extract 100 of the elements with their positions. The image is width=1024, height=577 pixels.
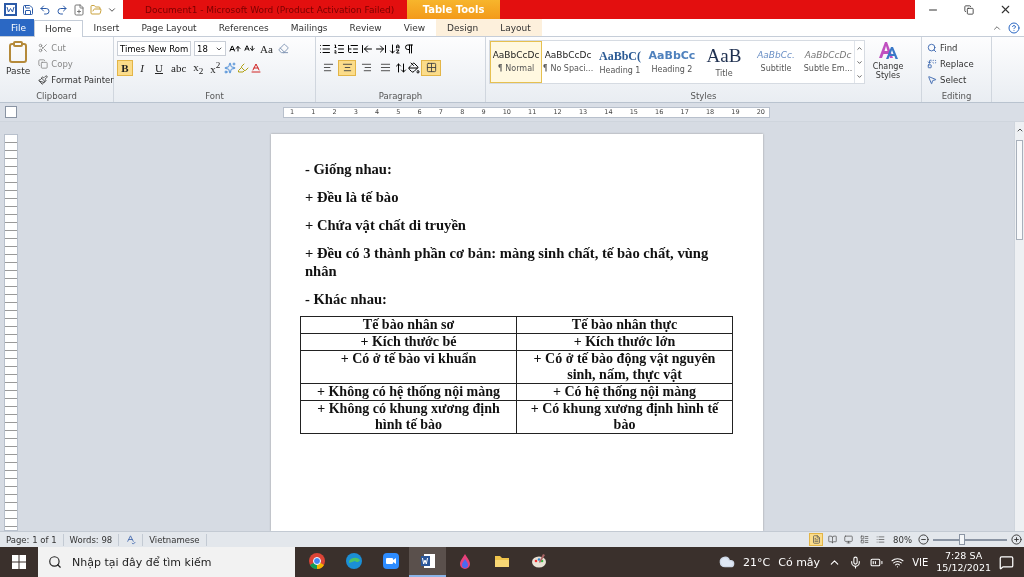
redo-icon[interactable] (56, 3, 68, 16)
clipboard-button[interactable]: Cut (36, 40, 116, 55)
input-language[interactable]: VIE (912, 556, 929, 568)
editing-button[interactable]: Find (925, 40, 976, 55)
ribbon-tab[interactable]: Insert (82, 19, 131, 36)
group-label: Clipboard (35, 90, 78, 102)
table-header-cell: Tế bào nhân thực (516, 316, 733, 334)
cloud-icon (719, 554, 736, 570)
shading-icon[interactable] (408, 61, 420, 74)
paragraph: + Đều là tế bào (305, 188, 400, 206)
notifications-icon[interactable] (999, 554, 1014, 570)
align-right-icon (360, 62, 372, 73)
ribbon-tab[interactable]: Layout (489, 19, 542, 36)
ribbon-tab[interactable]: Page Layout (130, 19, 208, 36)
palette-icon (530, 553, 547, 569)
format-button[interactable]: x$_{2}$ (190, 59, 207, 76)
change-styles-button[interactable]: Change Styles (868, 40, 908, 90)
view-button[interactable] (825, 533, 840, 546)
app-logo-icon (4, 3, 17, 16)
ribbon-tab[interactable]: View (392, 19, 437, 36)
font-size-field[interactable]: 18 (194, 41, 226, 56)
wifi-icon[interactable] (891, 555, 905, 569)
show-marks-icon[interactable] (403, 42, 415, 55)
zoom-thumb[interactable] (958, 533, 965, 545)
table-cell: + Kích thước bé (300, 333, 517, 351)
scrollbar-thumb[interactable] (1016, 140, 1023, 240)
save-icon[interactable] (22, 3, 34, 16)
table-cell: + Không có khung xương định hình tế bào (300, 400, 517, 434)
font-color-icon[interactable] (250, 61, 263, 74)
align-center-icon (341, 62, 353, 73)
zoom-in-icon[interactable] (1011, 534, 1022, 545)
sort-icon[interactable] (389, 42, 401, 55)
scroll-down-icon[interactable] (856, 58, 863, 66)
windows-logo-icon (12, 555, 26, 569)
ribbon-tab[interactable]: Review (338, 19, 393, 36)
editing-button[interactable]: Replace (925, 56, 976, 71)
view-button[interactable] (841, 533, 856, 546)
taskbar-search-field[interactable]: Nhập tại đây để tìm kiếm (38, 547, 295, 577)
ribbon-tab[interactable]: Design (436, 19, 490, 36)
web-view-icon (843, 535, 853, 544)
numbering-icon[interactable] (333, 42, 345, 55)
page-count: Page: 1 of 1 (0, 533, 64, 546)
clipboard-button[interactable]: Format Painter (36, 72, 116, 87)
borders-button[interactable] (421, 59, 441, 76)
browser-icon (308, 553, 325, 569)
multilevel-list-icon[interactable] (347, 42, 359, 55)
ribbon-tab[interactable]: References (207, 19, 280, 36)
shrink-font-icon[interactable] (244, 43, 255, 54)
clock[interactable]: 7:28 SA 15/12/2021 (936, 550, 991, 574)
paste-button[interactable]: Paste (3, 40, 34, 90)
paragraph: - Khác nhau: (305, 290, 388, 308)
line-spacing-icon[interactable] (395, 61, 407, 74)
zoom-out-icon[interactable] (918, 534, 929, 545)
bullets-icon[interactable] (319, 42, 331, 55)
copy-icon (38, 58, 49, 69)
replace-icon (927, 58, 937, 69)
table-cell: + Có ở tế bào động vật nguyên sinh, nấm, thực vật (516, 350, 733, 384)
text-effects-icon[interactable] (224, 61, 237, 74)
grow-font-icon[interactable] (229, 42, 241, 55)
format-button[interactable]: I (134, 59, 150, 76)
paragraph: - Giống nhau: (305, 160, 393, 178)
table-cell: + Có khung xương định hình tế bào (516, 400, 733, 434)
scroll-up-icon[interactable] (1015, 126, 1024, 134)
align-button[interactable] (338, 59, 356, 76)
style-item[interactable]: AaBbCcDc ¶ Normal (490, 41, 542, 83)
read-view-icon (827, 535, 837, 544)
change-case-button[interactable]: Aa (258, 41, 275, 56)
document-app-icon (419, 553, 436, 569)
tab-selector[interactable] (5, 106, 17, 118)
format-button[interactable]: abc (168, 59, 190, 76)
decrease-indent-icon[interactable] (361, 42, 373, 55)
view-button[interactable] (857, 533, 872, 546)
more-styles-icon[interactable] (856, 72, 863, 80)
scroll-up-icon[interactable] (856, 44, 863, 52)
ribbon-tab[interactable]: File (0, 19, 34, 36)
ribbon-tab[interactable]: Mailings (279, 19, 339, 36)
format-button[interactable]: B (117, 59, 133, 76)
format-button[interactable]: U (151, 59, 167, 76)
increase-indent-icon[interactable] (375, 42, 387, 55)
font-name-field[interactable]: Times New Rom (117, 41, 191, 56)
microphone-icon[interactable] (849, 555, 863, 569)
restore-icon[interactable] (964, 4, 974, 15)
help-icon[interactable] (1008, 21, 1020, 34)
ribbon-tab[interactable]: Home (34, 20, 83, 37)
table-cell: + Có ở tế bào vi khuẩn (300, 350, 517, 384)
clipboard-button[interactable]: Copy (36, 56, 116, 71)
view-button[interactable] (809, 533, 824, 546)
new-file-icon[interactable] (73, 3, 85, 16)
table-cell: + Không có hệ thống nội màng (300, 383, 517, 401)
taskbar-app-button[interactable] (409, 547, 446, 577)
browser-icon (345, 553, 362, 569)
draft-view-icon (875, 535, 885, 544)
format-button[interactable]: x$^{2}$ (207, 59, 224, 76)
view-button[interactable] (873, 533, 888, 546)
group-label: Styles (689, 90, 718, 102)
editing-button[interactable]: Select (925, 72, 976, 87)
paragraph: + Chứa vật chất di truyền (305, 216, 467, 234)
pointer-icon (927, 74, 937, 85)
undo-icon[interactable] (39, 3, 51, 16)
proofing-icon[interactable] (125, 534, 137, 545)
